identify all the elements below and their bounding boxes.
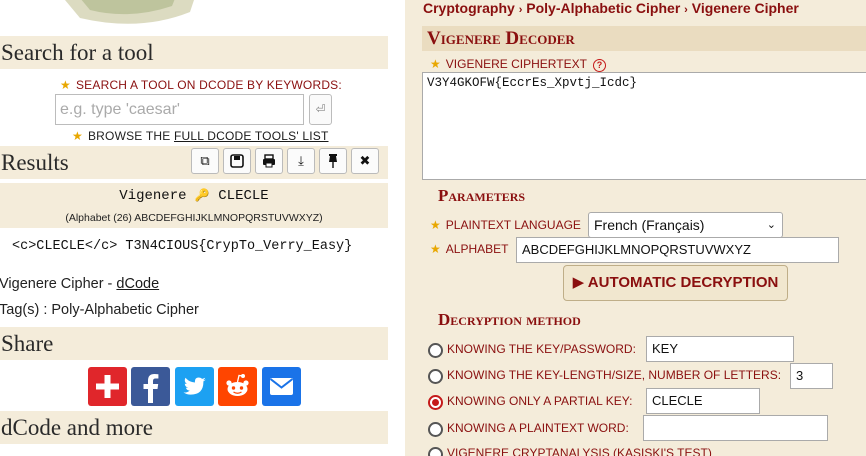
help-icon[interactable]: ?: [593, 59, 607, 72]
print-icon[interactable]: [255, 148, 283, 174]
method-partial-key-label: KNOWING ONLY A PARTIAL KEY:: [447, 394, 633, 408]
dcode-logo-image: [65, 0, 194, 24]
search-keywords-label: ★ SEARCH A TOOL ON DCODE BY KEYWORDS:: [60, 78, 342, 92]
result-alphabet-note: (Alphabet (26) ABCDEFGHIJKLMNOPQRSTUVWXY…: [65, 212, 323, 224]
ciphertext-input[interactable]: [422, 72, 866, 180]
decryption-method-heading: Decryption method: [438, 310, 581, 329]
left-sidebar: Search for a tool ★ SEARCH A TOOL ON DCOD…: [0, 0, 405, 456]
reddit-share-button[interactable]: [218, 367, 257, 406]
alphabet-label: ★ ALPHABET: [430, 242, 509, 256]
twitter-share-button[interactable]: [175, 367, 214, 406]
facebook-share-button[interactable]: [131, 367, 170, 406]
browse-tools-line: ★ BROWSE THE FULL DCODE TOOLS' LIST: [72, 129, 329, 143]
dcode-more-heading: dCode and more: [0, 411, 388, 444]
parameters-heading: Parameters: [438, 186, 526, 205]
email-share-button[interactable]: [262, 367, 301, 406]
result-plaintext-output[interactable]: <c>CLECLE</c> T3N4CIOUS{CrypTo_Verry_Eas…: [12, 239, 352, 254]
result-tags: Tag(s) : Poly-Alphabetic Cipher: [0, 302, 199, 318]
ciphertext-label: ★ VIGENERE CIPHERTEXT ?: [430, 57, 607, 72]
method-plaintext-word-label: KNOWING A PLAINTEXT WORD:: [447, 421, 629, 435]
result-key-value: CLECLE: [218, 188, 269, 204]
partial-key-input[interactable]: CLECLE: [646, 388, 760, 414]
star-icon: ★: [430, 218, 441, 232]
pin-icon[interactable]: [319, 148, 347, 174]
key-length-input[interactable]: 3: [790, 363, 833, 389]
method-key-password-label: KNOWING THE KEY/PASSWORD:: [447, 342, 636, 356]
radio-kasiski-test[interactable]: [428, 447, 443, 456]
save-icon[interactable]: [223, 148, 251, 174]
star-icon: ★: [430, 57, 441, 71]
breadcrumb-poly-alphabetic[interactable]: Poly-Alphabetic Cipher: [526, 0, 680, 16]
download-icon[interactable]: ⤓: [287, 148, 315, 174]
breadcrumb-separator: ›: [518, 4, 523, 16]
result-cipher-name: Vigenere: [119, 188, 187, 204]
dcode-link[interactable]: dCode: [116, 276, 159, 292]
copy-icon[interactable]: ⧉: [191, 148, 219, 174]
plaintext-word-input[interactable]: [643, 415, 828, 441]
search-tool-heading: Search for a tool: [0, 36, 388, 69]
result-cipher-line: Vigenere 🔑 CLECLE: [0, 188, 388, 204]
alphabet-input[interactable]: ABCDEFGHIJKLMNOPQRSTUVWXYZ: [516, 237, 839, 263]
star-icon: ★: [72, 129, 83, 143]
main-panel: Cryptography › Poly-Alphabetic Cipher › …: [405, 0, 866, 456]
source-prefix: Vigenere Cipher -: [0, 276, 117, 292]
radio-key-length[interactable]: [428, 369, 443, 384]
breadcrumb: Cryptography › Poly-Alphabetic Cipher › …: [423, 0, 799, 16]
method-kasiski-label: VIGENERE CRYPTANALYSIS (KASISKI'S TEST): [447, 446, 712, 456]
radio-plaintext-word[interactable]: [428, 422, 443, 437]
key-icon: 🔑: [194, 189, 210, 203]
search-submit-button[interactable]: ⏎: [309, 94, 332, 125]
result-summary-box: Vigenere 🔑 CLECLE (Alphabet (26) ABCDEFG…: [0, 183, 388, 228]
browse-prefix: BROWSE THE: [87, 129, 171, 143]
radio-key-password[interactable]: [428, 343, 443, 358]
tool-search-input[interactable]: [55, 94, 304, 125]
chevron-down-icon: ⌄: [766, 219, 776, 231]
full-tools-list-link[interactable]: FULL DCODE TOOLS' LIST: [174, 129, 329, 143]
star-icon: ★: [60, 78, 71, 92]
addthis-share-button[interactable]: [88, 367, 127, 406]
breadcrumb-cryptography[interactable]: Cryptography: [423, 0, 515, 16]
plaintext-language-label: ★ PLAINTEXT LANGUAGE: [430, 218, 581, 232]
share-heading: Share: [0, 327, 388, 360]
star-icon: ★: [430, 242, 441, 256]
key-password-input[interactable]: KEY: [646, 336, 794, 362]
breadcrumb-vigenere[interactable]: Vigenere Cipher: [692, 0, 799, 16]
decoder-title: Vigenere Decoder: [422, 26, 866, 51]
method-key-length-label: KNOWING THE KEY-LENGTH/SIZE, NUMBER OF L…: [447, 368, 782, 382]
result-source-line: Vigenere Cipher - dCode: [0, 276, 159, 292]
plaintext-language-select[interactable]: French (Français) ⌄: [588, 212, 783, 238]
close-icon[interactable]: ✖: [351, 148, 379, 174]
breadcrumb-separator: ›: [684, 4, 688, 16]
radio-partial-key[interactable]: [428, 395, 443, 410]
automatic-decryption-button[interactable]: ▶ AUTOMATIC DECRYPTION: [563, 265, 788, 301]
language-selected-value: French (Français): [594, 217, 705, 233]
